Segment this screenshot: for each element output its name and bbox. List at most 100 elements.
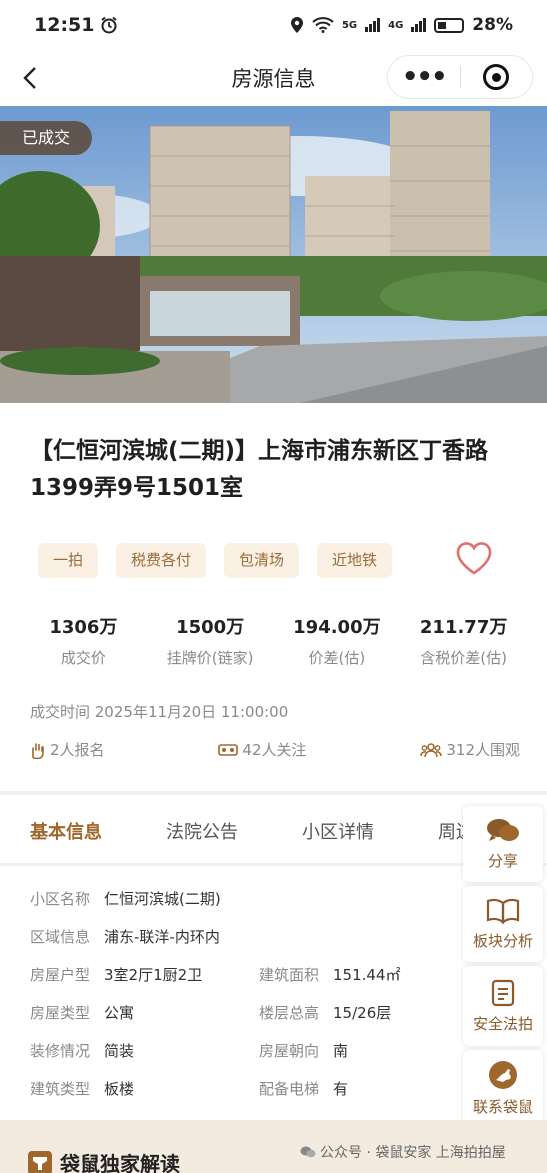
share-button[interactable]: 分享 [463,806,543,882]
exclusive-title-group: 袋鼠独家解读 [28,1148,180,1173]
info-value: 仁恒河滨城(二期) [104,890,221,908]
battery-percent: 28% [472,15,513,35]
close-miniprogram-button[interactable] [461,64,533,90]
safe-auction-label: 安全法拍 [472,1014,533,1033]
area-analysis-label: 板块分析 [472,931,533,950]
stat-value: 1306万 [49,617,118,638]
status-right: 5G 4G 28% [290,15,513,35]
contact-kangaroo-button[interactable]: 联系袋鼠 [463,1050,543,1126]
share-label: 分享 [487,851,518,870]
watermark: 公众号 · 袋鼠安家 上海拍拍屋 [300,1142,506,1162]
stat-label: 含税价差(估) [420,649,507,667]
document-icon [491,979,515,1006]
safe-auction-button[interactable]: 安全法拍 [463,966,543,1046]
info-row-layout: 房屋户型 3室2厅1厨2卫 [30,964,202,985]
chat-bubbles-icon [487,818,519,841]
info-row-elevator: 配备电梯 有 [259,1078,348,1099]
info-label: 建筑面积 [259,966,320,984]
tab-court-notice[interactable]: 法院公告 [166,818,238,844]
info-value: 浦东-联洋-内环内 [104,928,220,946]
kangaroo-logo-icon [28,1150,52,1173]
tab-basic-info[interactable]: 基本信息 [30,818,102,844]
info-row-decoration: 装修情况 简装 [30,1040,134,1061]
kangaroo-icon [489,1060,517,1089]
wechat-icon [300,1146,316,1158]
info-row-area: 建筑面积 151.44㎡ [259,964,401,985]
info-label: 建筑类型 [30,1080,91,1098]
stat-label: 成交价 [60,649,106,667]
wifi-icon [312,17,334,33]
feature-tags: 一拍 税费各付 包清场 近地铁 [38,543,393,578]
info-value: 简装 [104,1042,135,1060]
info-value: 有 [333,1080,349,1098]
stat-label: 价差(估) [308,649,366,667]
stat-value: 1500万 [176,617,245,638]
info-label: 区域信息 [30,928,91,946]
stat-deal-price: 1306万 成交价 [20,613,147,668]
info-row-house-type: 房屋类型 公寓 [30,1002,134,1023]
miniprogram-capsule: ••• [387,55,533,99]
status-bar: 12:51 5G 4G 28% [0,0,547,50]
tab-community-details[interactable]: 小区详情 [302,818,374,844]
info-row-floor: 楼层总高 15/26层 [259,1002,391,1023]
stat-value: 194.00万 [293,617,381,638]
location-icon [290,17,303,33]
watermark-text: 公众号 · 袋鼠安家 上海拍拍屋 [320,1145,506,1161]
info-value: 3室2厅1厨2卫 [104,966,203,984]
listing-title: 【仁恒河滨城(二期)】上海市浦东新区丁香路1399弄9号1501室 [30,438,489,501]
alarm-icon [101,16,118,34]
favorite-heart-icon[interactable] [455,541,493,575]
back-button[interactable] [0,50,60,106]
area-analysis-button[interactable]: 板块分析 [463,886,543,962]
battery-icon [434,17,465,33]
signal-5g-icon [365,18,381,32]
nav-bar: 房源信息 ••• [0,50,547,106]
signal-4g-label: 4G [388,19,404,31]
status-time: 12:51 [34,14,95,36]
followers-count: 42人关注 [242,741,307,759]
registrations-count: 2人报名 [50,741,105,759]
registrations-metric: 2人报名 [28,739,105,760]
raised-hand-icon [32,742,44,759]
stat-value: 211.77万 [419,617,508,638]
viewers-count: 312人围观 [446,741,520,759]
signal-4g-icon [411,18,427,32]
info-label: 装修情况 [30,1042,91,1060]
info-row-district: 区域信息 浦东-联洋-内环内 [30,926,220,947]
signal-5g-label: 5G [341,19,358,31]
info-label: 房屋朝向 [259,1042,320,1060]
people-group-icon [420,742,443,757]
sold-status-badge: 已成交 [0,121,93,155]
info-value: 公寓 [104,1004,135,1022]
stat-label: 挂牌价(链家) [166,649,254,667]
stat-price-gap-with-tax: 211.77万 含税价差(估) [400,613,527,668]
more-menu-button[interactable]: ••• [388,62,460,92]
exclusive-title: 袋鼠独家解读 [60,1152,180,1173]
info-label: 配备电梯 [259,1080,320,1098]
engagement-metrics: 2人报名 42人关注 312人围观 [28,739,520,760]
info-row-building-type: 建筑类型 板楼 [30,1078,134,1099]
info-value: 15/26层 [333,1004,392,1022]
feature-tag: 一拍 [38,543,99,578]
info-value: 南 [333,1042,349,1060]
price-stats: 1306万 成交价 1500万 挂牌价(链家) 194.00万 价差(估) 21… [20,613,527,668]
contact-kangaroo-label: 联系袋鼠 [472,1097,533,1116]
info-label: 房屋户型 [30,966,91,984]
followers-metric: 42人关注 [218,739,307,760]
info-value: 板楼 [104,1080,135,1098]
book-icon [486,898,520,924]
info-label: 房屋类型 [30,1004,91,1022]
target-icon [483,64,510,90]
feature-tag: 近地铁 [317,543,393,578]
status-time-group: 12:51 [34,14,290,36]
info-label: 小区名称 [30,890,91,908]
feature-tag: 包清场 [224,543,300,578]
stat-listing-price: 1500万 挂牌价(链家) [147,613,274,668]
info-row-community: 小区名称 仁恒河滨城(二期) [30,888,221,909]
deal-time: 成交时间 2025年11月20日 11:00:00 [30,703,289,721]
info-label: 楼层总高 [259,1004,320,1022]
feature-tag: 税费各付 [116,543,207,578]
info-row-orientation: 房屋朝向 南 [259,1040,348,1061]
viewers-metric: 312人围观 [420,739,520,760]
chevron-left-icon [23,67,36,89]
